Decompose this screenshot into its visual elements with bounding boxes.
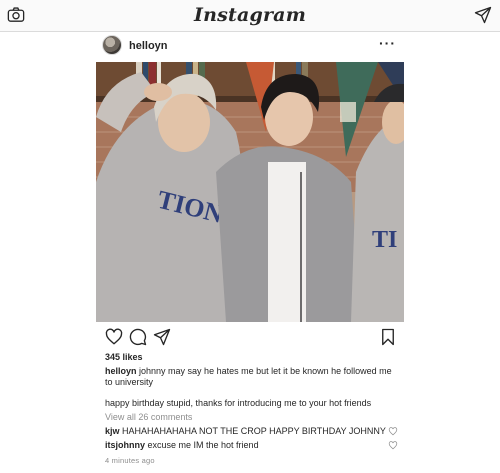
heart-icon[interactable]	[105, 328, 123, 346]
caption: helloyn johnny may say he hates me but l…	[105, 366, 401, 388]
instagram-logo[interactable]: Instagram	[0, 4, 500, 26]
direct-send-icon[interactable]	[474, 6, 492, 24]
comment-like-icon[interactable]	[388, 441, 398, 450]
top-bar: Instagram	[0, 0, 500, 32]
post-photo[interactable]: TIONII TI	[96, 62, 404, 322]
comment-username[interactable]: kjw	[105, 426, 120, 436]
comment-row: kjw HAHAHAHAHAHA NOT THE CROP HAPPY BIRT…	[105, 426, 405, 437]
comment-row: itsjohnny excuse me IM the hot friend	[105, 440, 405, 451]
post-header: helloyn ···	[96, 32, 404, 62]
comment-text: HAHAHAHAHAHA NOT THE CROP HAPPY BIRTHDAY…	[122, 426, 386, 436]
caption-text: johnny may say he hates me but let it be…	[105, 366, 392, 387]
comment-icon[interactable]	[129, 328, 147, 346]
post-username[interactable]: helloyn	[129, 40, 168, 52]
right-hoodie-print: TI	[372, 227, 397, 253]
caption-second-line: happy birthday stupid, thanks for introd…	[105, 398, 372, 408]
bookmark-icon[interactable]	[379, 328, 397, 346]
comment-like-icon[interactable]	[388, 427, 398, 436]
caption-username[interactable]: helloyn	[105, 366, 137, 376]
view-all-comments-link[interactable]: View all 26 comments	[105, 412, 405, 423]
avatar[interactable]	[102, 35, 122, 55]
comment-username[interactable]: itsjohnny	[105, 440, 145, 450]
more-options-icon[interactable]: ···	[379, 36, 396, 50]
post-actions	[96, 328, 404, 348]
post-timestamp: 4 minutes ago	[105, 456, 155, 465]
photo-illustration: TIONII TI	[96, 62, 404, 322]
share-icon[interactable]	[153, 328, 171, 346]
comment-text: excuse me IM the hot friend	[147, 440, 259, 450]
likes-count[interactable]: 345 likes	[105, 352, 405, 363]
